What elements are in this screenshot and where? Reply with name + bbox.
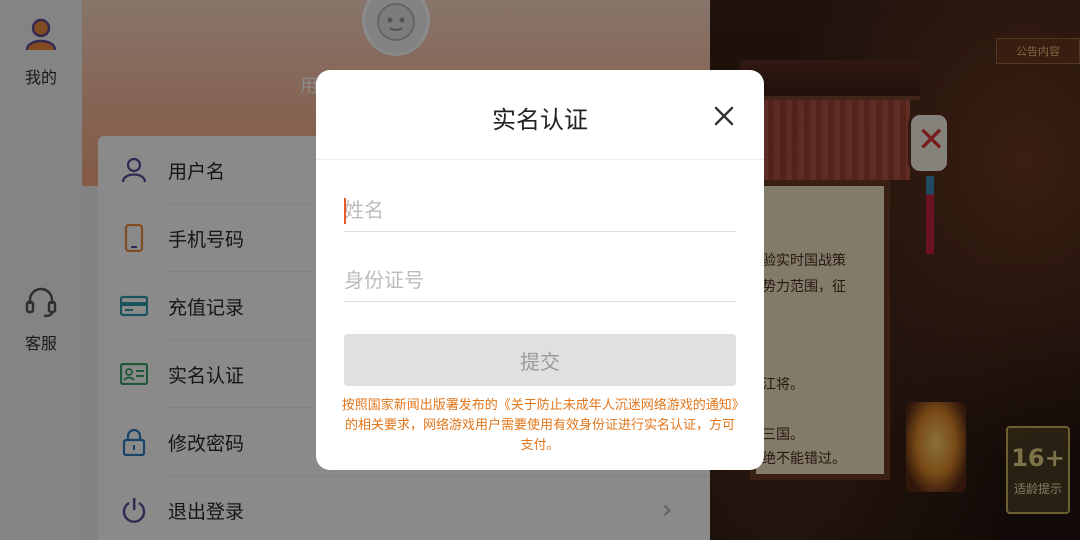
close-icon: [714, 106, 734, 126]
realname-policy-notice: 按照国家新闻出版署发布的《关于防止未成年人沉迷网络游戏的通知》的相关要求，网络游…: [341, 398, 739, 453]
id-number-field[interactable]: [344, 258, 736, 302]
close-button[interactable]: [710, 102, 738, 130]
realname-dialog: 实名认证 提交 按照国家新闻出版署发布的《关于防止未成年人沉迷网络游戏的通知》的…: [316, 70, 764, 470]
submit-button[interactable]: 提交: [344, 334, 736, 386]
text-caret: [344, 198, 346, 224]
dialog-header: 实名认证: [316, 70, 764, 160]
id-number-input[interactable]: [344, 258, 736, 301]
dialog-title: 实名认证: [492, 106, 588, 134]
name-field[interactable]: [344, 188, 736, 232]
name-input[interactable]: [344, 188, 736, 231]
